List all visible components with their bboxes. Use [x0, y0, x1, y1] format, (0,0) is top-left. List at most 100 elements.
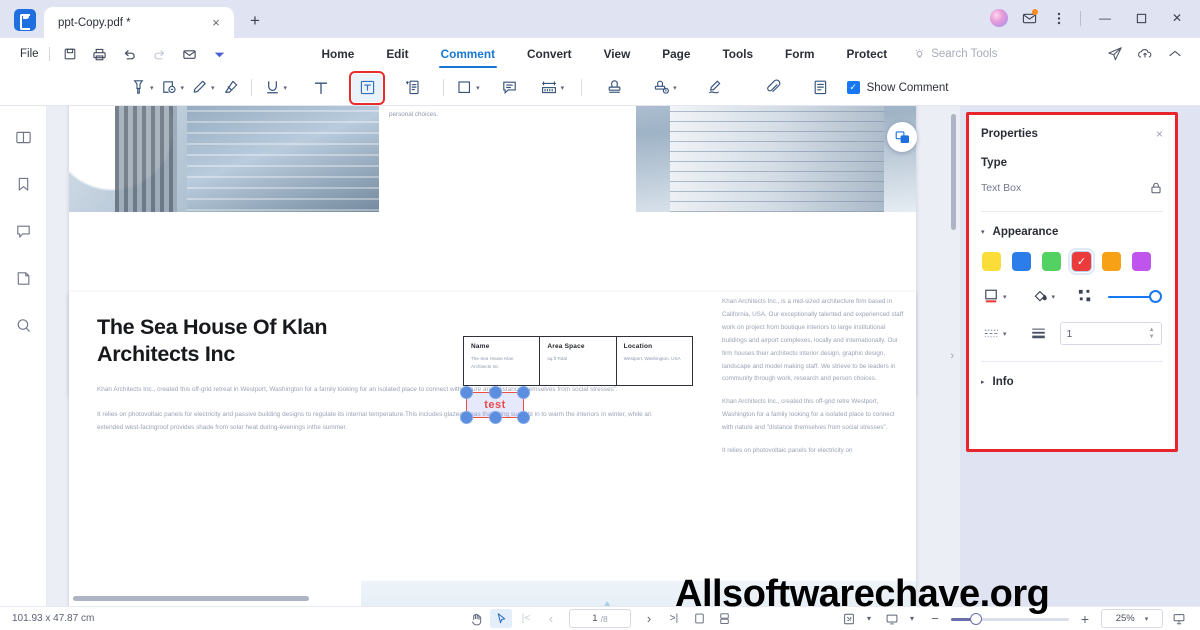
- appearance-section-toggle[interactable]: ▾ Appearance: [969, 226, 1175, 238]
- comment-list-icon[interactable]: [808, 74, 833, 102]
- document-viewport[interactable]: Khan Architects Inc., is a mid-sized arc…: [47, 106, 960, 606]
- swatch-red[interactable]: [1068, 248, 1095, 275]
- measure-tool[interactable]: ▾: [536, 74, 568, 102]
- fit-page-icon[interactable]: [838, 609, 860, 628]
- shape-tool[interactable]: ▾: [452, 74, 483, 102]
- share-icon[interactable]: [1102, 42, 1128, 66]
- bookmarks-icon[interactable]: [10, 171, 36, 197]
- chevron-down-icon[interactable]: ▾: [150, 84, 154, 92]
- chevron-down-icon[interactable]: ▾: [284, 84, 288, 92]
- chevron-down-icon[interactable]: ▾: [1003, 293, 1007, 301]
- tab-view[interactable]: View: [588, 38, 647, 70]
- zoom-out-button[interactable]: −: [924, 609, 946, 628]
- search-icon[interactable]: [10, 312, 36, 338]
- thumbnails-icon[interactable]: [10, 124, 36, 150]
- resize-handle-top-right[interactable]: [517, 386, 530, 399]
- text-box-tool[interactable]: [349, 70, 386, 105]
- selected-text-box-annotation[interactable]: test: [460, 386, 530, 424]
- line-style-picker[interactable]: ▾: [982, 324, 1007, 343]
- fill-color-picker[interactable]: ▾: [1031, 287, 1056, 306]
- extract-image-button[interactable]: [887, 122, 917, 152]
- pencil-tool[interactable]: ▾: [187, 74, 218, 102]
- tab-page[interactable]: Page: [646, 38, 706, 70]
- notifications-icon[interactable]: [1015, 6, 1043, 30]
- chevron-down-icon[interactable]: ▾: [867, 614, 871, 623]
- chevron-down-icon[interactable]: ▾: [476, 84, 480, 92]
- resize-handle-top-left[interactable]: [460, 386, 473, 399]
- resize-handle-top-center[interactable]: [488, 386, 502, 399]
- tab-home[interactable]: Home: [306, 38, 371, 70]
- attachments-icon[interactable]: [10, 265, 36, 291]
- horizontal-scrollbar[interactable]: [73, 596, 309, 601]
- chevron-down-icon[interactable]: ▾: [1003, 330, 1007, 338]
- slider-knob[interactable]: [1149, 289, 1162, 303]
- resize-handle-bottom-left[interactable]: [460, 411, 473, 424]
- zoom-slider[interactable]: [951, 611, 1069, 627]
- chevron-down-icon[interactable]: ▾: [910, 614, 914, 623]
- hand-tool-icon[interactable]: [465, 609, 487, 628]
- print-icon[interactable]: [86, 42, 114, 66]
- comments-icon[interactable]: [10, 218, 36, 244]
- transparency-icon[interactable]: [1077, 288, 1094, 305]
- page-number-input[interactable]: 1 /8: [569, 609, 631, 628]
- continuous-view-icon[interactable]: [713, 609, 735, 628]
- tab-convert[interactable]: Convert: [511, 38, 588, 70]
- close-panel-icon[interactable]: ×: [1156, 127, 1163, 141]
- show-comment-toggle[interactable]: ✓ Show Comment: [846, 81, 948, 94]
- first-page-button[interactable]: |<: [515, 609, 537, 628]
- zoom-in-button[interactable]: +: [1074, 609, 1096, 628]
- close-window-button[interactable]: ✕: [1160, 6, 1194, 30]
- vertical-scrollbar[interactable]: [951, 114, 956, 230]
- opacity-slider[interactable]: [1108, 289, 1162, 305]
- maximize-button[interactable]: [1124, 6, 1158, 30]
- signature-tool[interactable]: ▾: [649, 74, 680, 102]
- typewriter-tool[interactable]: [400, 74, 425, 102]
- callout-tool[interactable]: [497, 74, 522, 102]
- swatch-orange[interactable]: [1102, 252, 1121, 271]
- last-page-button[interactable]: >|: [663, 609, 685, 628]
- email-icon[interactable]: [176, 42, 204, 66]
- attachment-tool[interactable]: [761, 74, 786, 102]
- document-tab[interactable]: ppt-Copy.pdf * ×: [44, 7, 234, 38]
- lock-icon[interactable]: [1149, 181, 1163, 195]
- close-tab-icon[interactable]: ×: [208, 15, 224, 31]
- save-icon[interactable]: [56, 42, 84, 66]
- highlight-tool[interactable]: ▾: [126, 74, 157, 102]
- tab-tools[interactable]: Tools: [706, 38, 769, 70]
- cloud-upload-icon[interactable]: [1132, 42, 1158, 66]
- zoom-level-select[interactable]: 25% ▾: [1101, 609, 1163, 628]
- chevron-down-icon[interactable]: ▾: [561, 84, 565, 92]
- slider-knob[interactable]: [970, 612, 982, 625]
- chevron-down-icon[interactable]: ▾: [211, 84, 215, 92]
- chevron-down-icon[interactable]: ▾: [1145, 615, 1149, 623]
- select-tool-icon[interactable]: [490, 609, 512, 628]
- stamp-tool[interactable]: [602, 74, 627, 102]
- more-menu-icon[interactable]: [1045, 6, 1073, 30]
- eraser-tool[interactable]: [218, 74, 243, 102]
- info-section-toggle[interactable]: ▸ Info: [969, 376, 1175, 388]
- resize-handle-bottom-right[interactable]: [517, 411, 530, 424]
- next-page-button[interactable]: ›: [638, 609, 660, 628]
- collapse-ribbon-icon[interactable]: [1162, 42, 1188, 66]
- chevron-down-icon[interactable]: ▾: [1052, 293, 1056, 301]
- refresh-stamp-icon[interactable]: [702, 74, 727, 102]
- tab-edit[interactable]: Edit: [370, 38, 424, 70]
- fit-width-icon[interactable]: [881, 609, 903, 628]
- file-menu-button[interactable]: File: [0, 48, 49, 60]
- chevron-down-icon[interactable]: ▾: [181, 84, 185, 92]
- show-comment-checkbox[interactable]: ✓: [846, 81, 860, 94]
- single-page-view-icon[interactable]: [688, 609, 710, 628]
- swatch-blue[interactable]: [1012, 252, 1031, 271]
- thickness-input[interactable]: 1 ▲ ▼: [1059, 322, 1162, 345]
- search-tools-input[interactable]: Search Tools: [913, 48, 997, 61]
- redo-icon[interactable]: [146, 42, 174, 66]
- presentation-mode-icon[interactable]: [1168, 609, 1190, 628]
- quick-access-more-icon[interactable]: [206, 42, 234, 66]
- swatch-yellow[interactable]: [982, 252, 1001, 271]
- tab-form[interactable]: Form: [769, 38, 831, 70]
- border-color-picker[interactable]: ▾: [982, 287, 1007, 306]
- text-tool[interactable]: [308, 74, 334, 102]
- line-thickness-icon[interactable]: [1029, 324, 1048, 343]
- tab-protect[interactable]: Protect: [831, 38, 904, 70]
- minimize-button[interactable]: —: [1088, 6, 1122, 30]
